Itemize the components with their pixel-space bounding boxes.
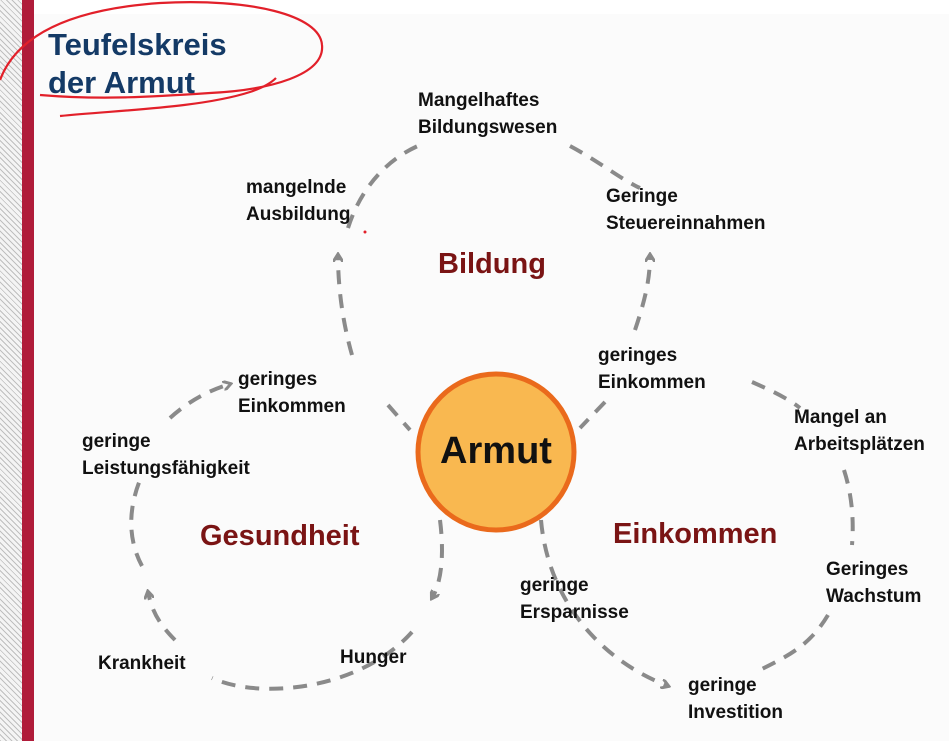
- arrow-einkommen-to-mangel: [751, 380, 802, 410]
- label-krankheit: Krankheit: [98, 653, 186, 674]
- label-line: geringe: [520, 575, 589, 596]
- label-line: Geringe: [606, 186, 678, 207]
- arrow-leistung-to-einkommen: [168, 384, 230, 420]
- label-line: Steuereinnahmen: [606, 213, 766, 234]
- arrow-bildungswesen-to-steuer: [569, 144, 641, 190]
- section-einkommen: Einkommen: [613, 518, 778, 550]
- arrow-einkommen-to-steuer: [633, 255, 650, 331]
- annotation-dot: [363, 230, 367, 234]
- label-mangel-an-arbeitsplaetzen: Mangel an Arbeitsplätzen: [794, 404, 925, 458]
- section-gesundheit: Gesundheit: [200, 520, 360, 552]
- label-geringe-investition: geringe Investition: [688, 672, 783, 726]
- label-line: Ersparnisse: [520, 602, 629, 623]
- arrow-ausbildung-to-bildungswesen: [346, 143, 421, 229]
- section-bildung: Bildung: [438, 248, 546, 280]
- arrow-to-leistung: [129, 479, 144, 567]
- label-geringes-einkommen-top: geringes Einkommen: [598, 342, 706, 396]
- label-line: Bildungswesen: [418, 117, 558, 138]
- slide-title: Teufelskreis der Armut: [48, 26, 227, 102]
- label-geringe-ersparnisse: geringe Ersparnisse: [520, 572, 629, 626]
- arrow-einkommen-to-ausbildung: [338, 255, 354, 356]
- label-line: geringes: [238, 369, 318, 390]
- label-geringes-wachstum: Geringes Wachstum: [826, 556, 921, 610]
- label-line: Einkommen: [238, 396, 346, 417]
- label-line: Leistungsfähigkeit: [82, 458, 250, 479]
- label-geringe-steuereinnahmen: Geringe Steuereinnahmen: [606, 183, 765, 237]
- label-line: mangelnde: [246, 177, 347, 198]
- label-line: Mangel an: [794, 407, 887, 428]
- label-line: geringe: [82, 431, 151, 452]
- arrow-mangel-to-wachstum: [842, 469, 855, 546]
- label-line: Mangelhaftes: [418, 90, 540, 111]
- label-line: Geringes: [826, 559, 909, 580]
- title-line-2: der Armut: [48, 65, 195, 100]
- label-line: geringe: [688, 675, 757, 696]
- arrow-krankheit-up: [148, 592, 177, 642]
- label-line: Ausbildung: [246, 204, 351, 225]
- label-mangelhaftes-bildungswesen: Mangelhaftes Bildungswesen: [418, 87, 557, 141]
- arrow-armut-to-hunger: [432, 519, 444, 598]
- center-label: Armut: [440, 430, 552, 472]
- connector-right: [578, 400, 607, 430]
- label-mangelnde-ausbildung: mangelnde Ausbildung: [246, 174, 350, 228]
- label-hunger: Hunger: [340, 647, 407, 668]
- label-line: Investition: [688, 702, 784, 723]
- label-geringe-leistungsfaehigkeit: geringe Leistungsfähigkeit: [82, 428, 250, 482]
- label-line: Einkommen: [598, 372, 706, 393]
- label-geringes-einkommen-left: geringes Einkommen: [238, 366, 346, 420]
- label-line: Wachstum: [826, 586, 922, 607]
- title-line-1: Teufelskreis: [48, 27, 227, 62]
- label-line: Arbeitsplätzen: [794, 434, 925, 455]
- connector-left: [386, 403, 412, 432]
- label-line: geringes: [598, 345, 678, 366]
- arrow-wachstum-to-investition: [759, 613, 830, 672]
